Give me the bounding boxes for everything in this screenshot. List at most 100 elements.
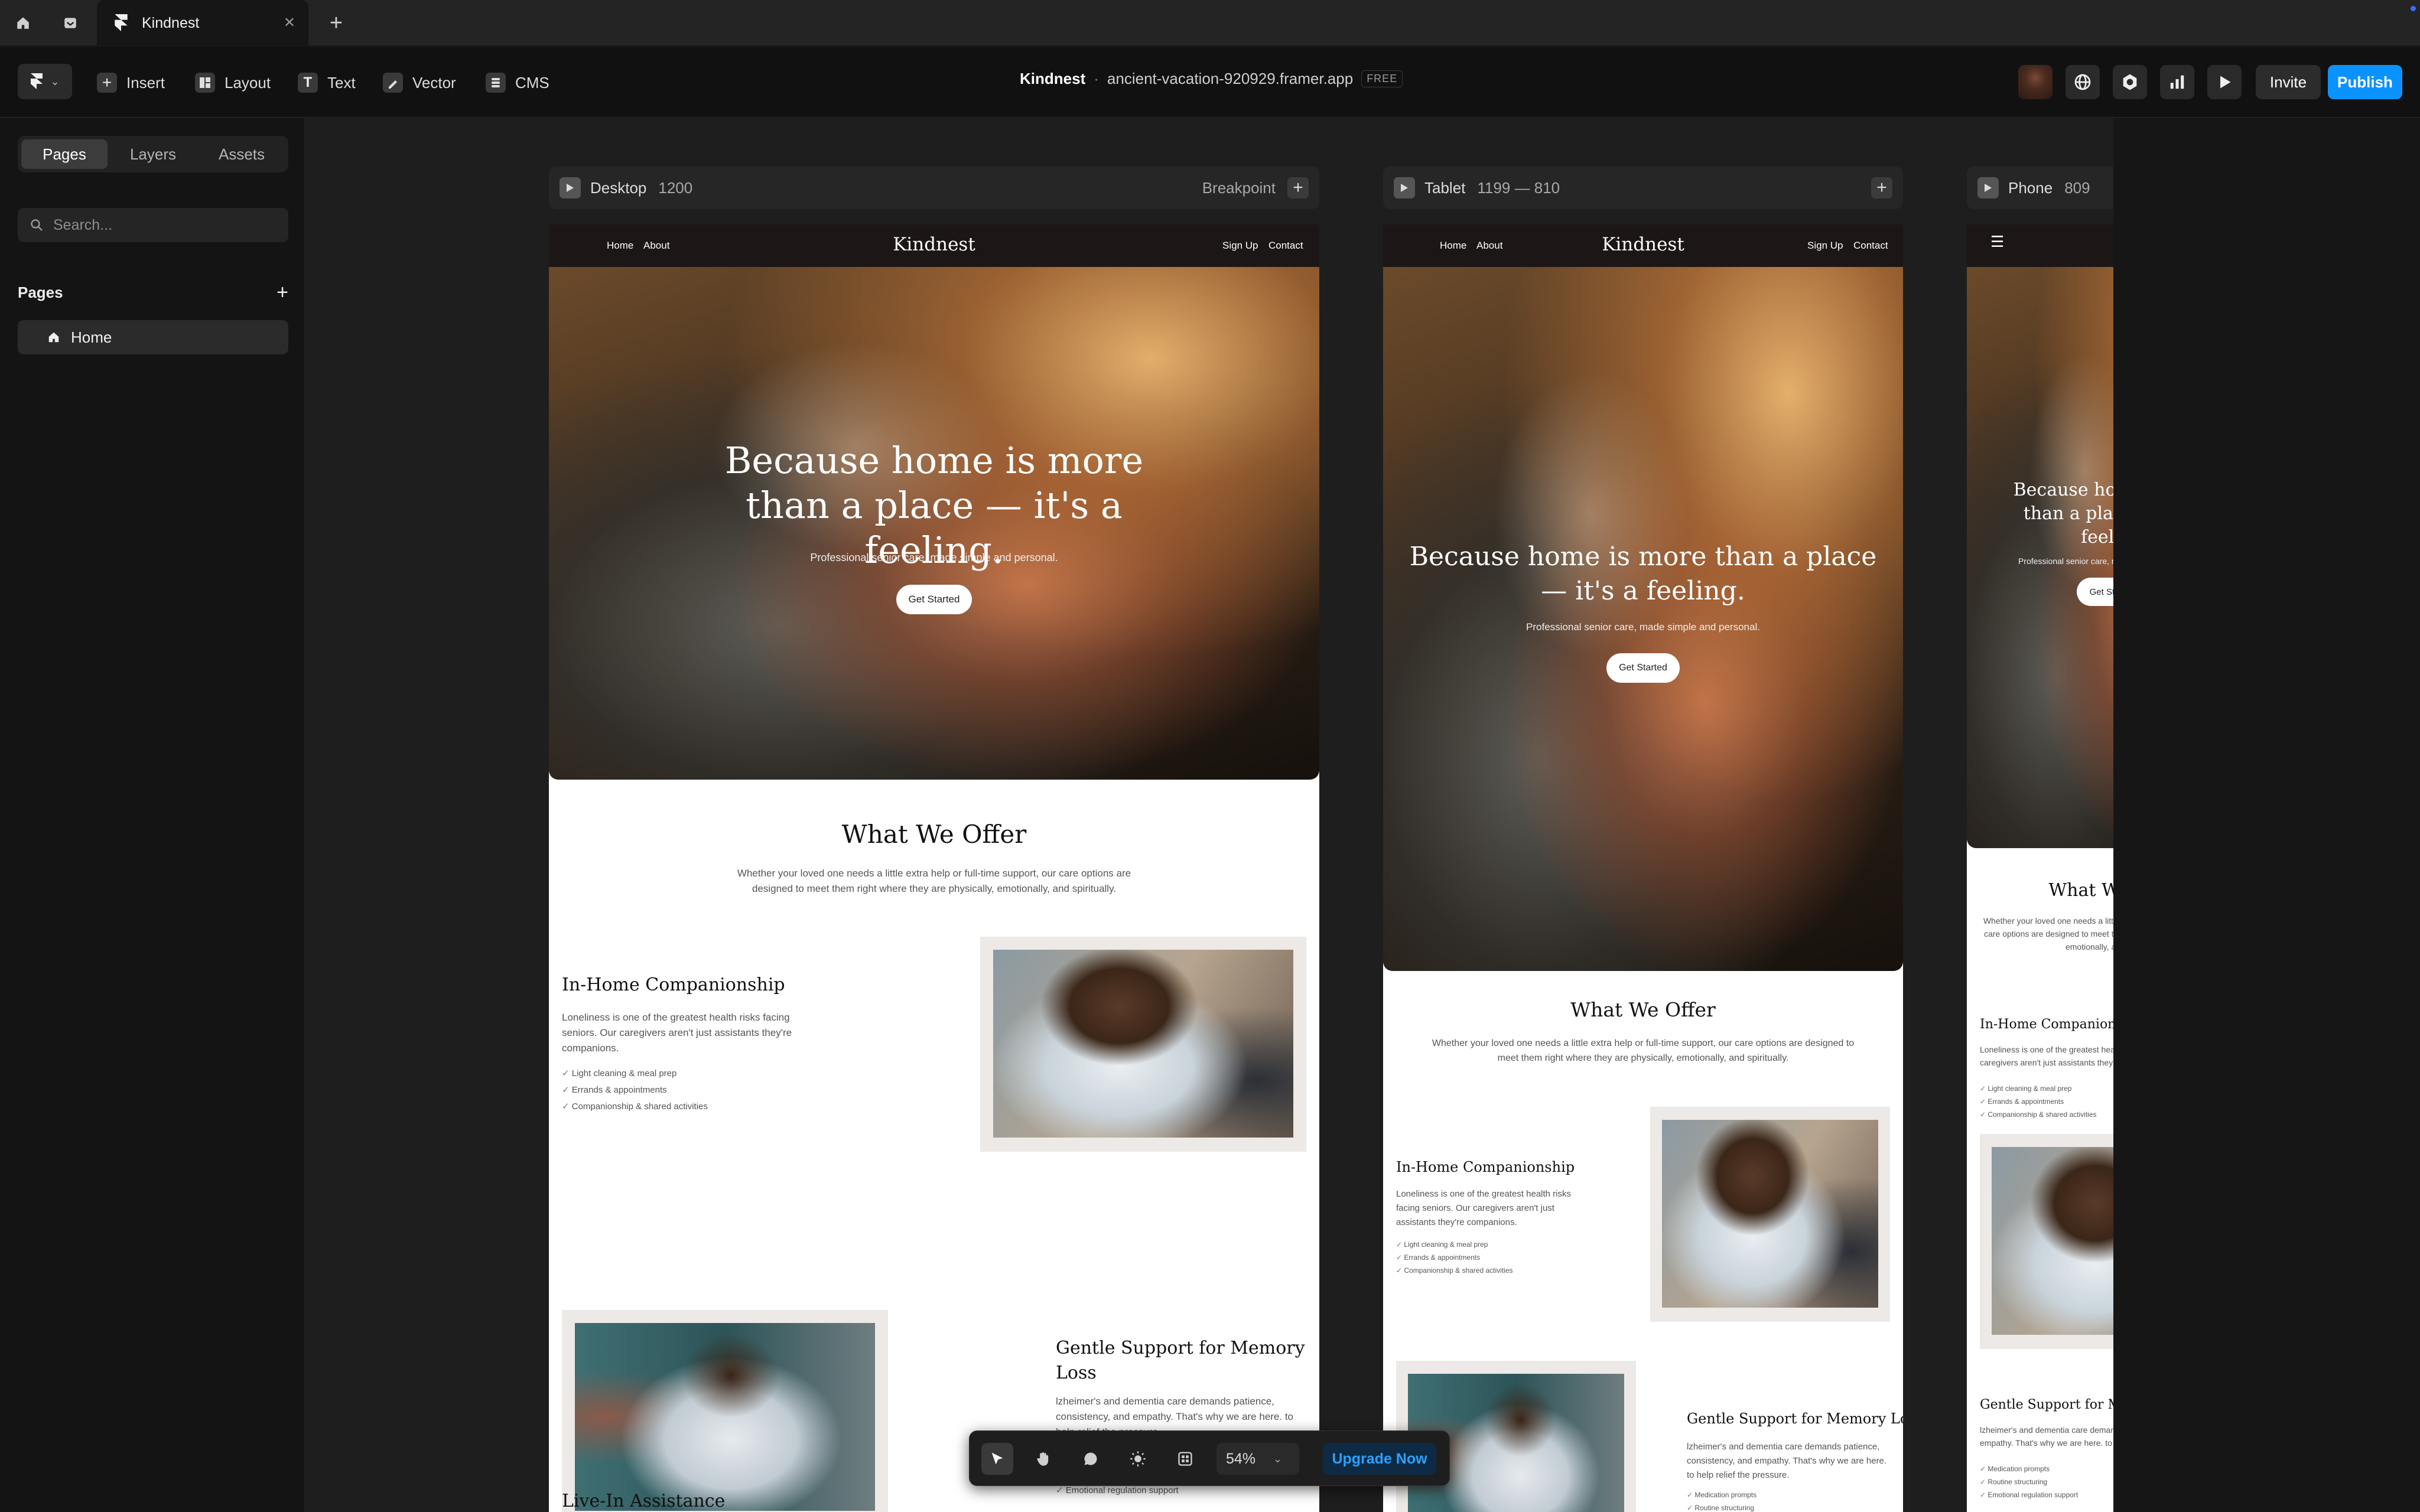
check-icon: ✓ [1056,1485,1066,1495]
doctor-patient-photo [575,1323,875,1511]
nav-contact[interactable]: Contact [1853,240,1888,252]
play-icon[interactable] [560,177,581,198]
globe-icon [2074,74,2091,90]
check-icon: ✓ [562,1085,572,1095]
search-input[interactable] [53,216,278,234]
get-started-button[interactable]: Get Started [896,585,972,614]
zoom-dropdown[interactable]: 54% ⌄ [1216,1443,1299,1475]
new-tab-button[interactable]: + [323,9,350,37]
notification-dot [2411,6,2416,11]
canvas[interactable]: Desktop 1200 Breakpoint + Tablet 1199 — … [305,118,2113,1512]
list-item: ✓ Medication prompts [1980,1465,2050,1473]
select-tool-button[interactable] [981,1443,1013,1475]
preview-button[interactable] [2207,65,2242,99]
phone-frame-bar[interactable]: Phone 809 [1967,167,2113,209]
invite-button[interactable]: Invite [2256,65,2321,99]
page-item-home[interactable]: Home [18,320,288,354]
project-name: Kindnest [1020,70,1086,87]
hand-icon [1037,1452,1049,1466]
get-started-button[interactable]: Get Started [1606,653,1680,683]
companionship-photo-card [980,937,1306,1152]
memory-title: Gentle Support for Memory Loss [1056,1338,1305,1383]
vector-button[interactable]: Vector [383,70,456,96]
vector-label: Vector [412,73,456,92]
memory-title: Gentle Support for Memory Loss [1687,1410,1903,1427]
plan-badge: FREE [1361,70,1403,87]
layout-button[interactable]: Layout [195,70,271,96]
tablet-frame-bar[interactable]: Tablet 1199 — 810 + [1383,167,1903,209]
user-avatar[interactable] [2018,65,2053,99]
memory-text: lzheimer's and dementia care demands pat… [1980,1425,2113,1448]
companionship-title: In-Home Companionship [1980,1017,2113,1032]
list-item: ✓ Companionship & shared activities [562,1102,708,1112]
settings-button[interactable] [2113,65,2147,99]
cursor-arrow-icon [991,1452,1003,1465]
check-icon: ✓ [1980,1110,1988,1119]
nav-sign-up[interactable]: Sign Up [1807,240,1843,252]
companionship-photo-card [1980,1134,2113,1349]
list-item: ✓ Companionship & shared activities [1396,1266,1513,1275]
browser-tab-bar: Kindnest ✕ + [0,0,2420,46]
tab-kindnest[interactable]: Kindnest ✕ [97,0,308,46]
publish-button[interactable]: Publish [2328,65,2402,99]
chevron-down-icon: ⌄ [50,75,60,87]
breakpoint-label[interactable]: Breakpoint [1202,179,1276,197]
nav-sign-up[interactable]: Sign Up [1222,240,1258,252]
insert-button[interactable]: + Insert [97,70,165,96]
tablet-page[interactable]: Home About Kindnest Sign Up Contact Beca… [1383,224,1903,1512]
offer-text: Whether your loved one needs a little ex… [737,868,1131,894]
play-icon[interactable] [1977,177,1999,198]
project-title[interactable]: Kindnest · ancient-vacation-920929.frame… [1020,70,1403,88]
add-breakpoint-button[interactable]: + [1871,177,1892,198]
left-sidebar: Pages Layers Assets Pages + Home [0,118,305,1512]
check-icon: ✓ [1980,1097,1988,1106]
text-button[interactable]: T Text [298,70,356,96]
hamburger-menu-icon[interactable]: ☰ [1990,234,2004,249]
list-item: ✓ Routine structuring [1687,1504,1755,1512]
phone-page[interactable]: ☰ Because home is more than a place — it… [1967,224,2113,1512]
doctor-photo [993,950,1293,1138]
inbox-icon[interactable] [57,9,84,37]
upgrade-now-button[interactable]: Upgrade Now [1323,1443,1436,1475]
close-icon[interactable]: ✕ [284,14,295,31]
get-started-button[interactable]: Get Started [2077,578,2113,606]
desktop-frame-bar[interactable]: Desktop 1200 Breakpoint + [549,167,1319,209]
play-icon[interactable] [1394,177,1415,198]
theme-toggle-button[interactable] [1122,1443,1154,1475]
site-nav: ☰ [1967,224,2113,267]
desktop-label: Desktop [590,178,647,197]
framer-menu-button[interactable]: ⌄ [18,64,72,99]
analytics-button[interactable] [2160,65,2194,99]
tab-assets[interactable]: Assets [199,139,285,169]
nav-contact[interactable]: Contact [1268,240,1303,252]
framer-logo-icon [115,14,128,31]
globe-button[interactable] [2066,65,2100,99]
site-brand[interactable]: Kindnest [549,234,1319,255]
home-icon[interactable] [9,9,37,37]
add-breakpoint-button[interactable]: + [1287,177,1309,198]
cms-label: CMS [515,73,549,92]
cms-button[interactable]: CMS [486,70,549,96]
layout-label: Layout [225,73,271,92]
doctor-photo [1992,1147,2113,1335]
memory-list: ✓ Medication prompts ✓ Routine structuri… [1980,1462,2078,1501]
sidebar-tabs: Pages Layers Assets [18,136,288,172]
play-icon [2220,76,2231,89]
doctor-photo [1662,1120,1878,1308]
tab-title: Kindnest [142,14,200,31]
layout-icon [195,73,215,93]
list-item: ✓ Light cleaning & meal prep [1396,1240,1488,1249]
site-nav: Home About Kindnest Sign Up Contact [1383,224,1903,267]
check-icon: ✓ [1396,1253,1404,1262]
tab-layers[interactable]: Layers [110,139,196,169]
tab-pages[interactable]: Pages [21,139,108,169]
project-domain: ancient-vacation-920929.framer.app [1107,70,1354,87]
comment-icon [1084,1452,1097,1465]
comment-tool-button[interactable] [1075,1443,1107,1475]
add-page-button[interactable]: + [277,281,288,304]
companionship-text: Loneliness is one of the greatest health… [1396,1189,1572,1227]
components-button[interactable] [1169,1443,1201,1475]
desktop-page[interactable]: Home About Kindnest Sign Up Contact Beca… [549,224,1319,1512]
search-icon [31,219,43,231]
hand-tool-button[interactable] [1027,1443,1059,1475]
